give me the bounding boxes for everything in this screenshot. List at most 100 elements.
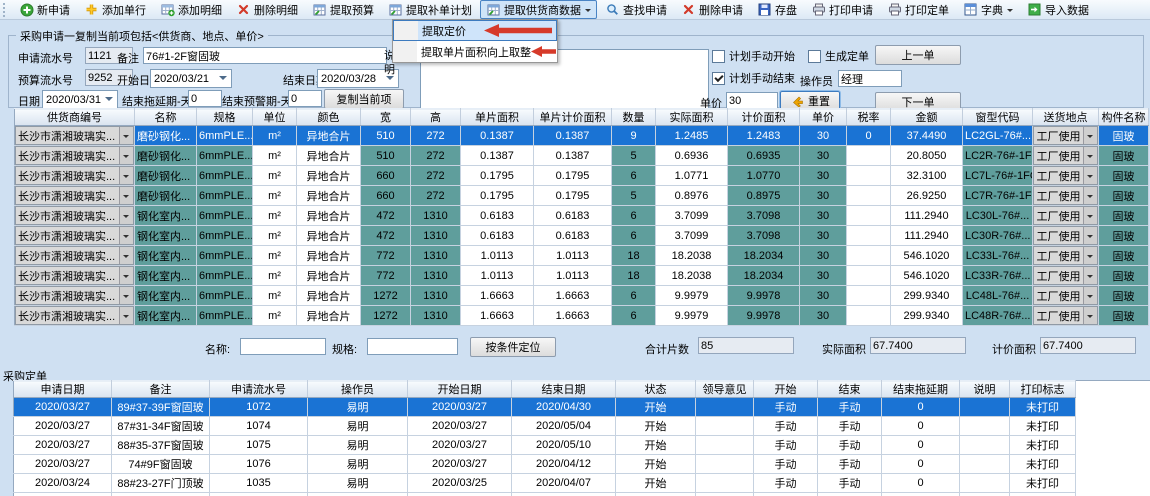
table-row[interactable]: 2020/03/2488#23-27F门顶玻1035易明2020/03/2520… (14, 474, 1076, 493)
cell-combo[interactable]: 工厂使用 (1033, 226, 1098, 245)
cell[interactable]: 772 (361, 246, 411, 266)
cell[interactable]: 工厂使用 (1033, 186, 1099, 206)
toolbar-button-extract-budget[interactable]: 提取预算 (306, 0, 380, 19)
table-row[interactable]: 长沙市潇湘玻璃实...磨砂钢化...6mmPLE...m²异地合片6602720… (15, 166, 1149, 186)
cell[interactable]: 钢化室内... (135, 266, 197, 286)
cell[interactable]: LC33L-76#... (963, 246, 1033, 266)
cell[interactable]: 6mmPLE... (197, 126, 253, 146)
column-header[interactable]: 数量 (612, 109, 656, 126)
cell[interactable]: 固玻 (1099, 266, 1149, 286)
cell[interactable]: 1.0113 (461, 266, 534, 286)
checkbox-manual-start[interactable]: 计划手动开始 (712, 48, 795, 64)
table-row[interactable]: 长沙市潇湘玻璃实...钢化室内...6mmPLE...m²异地合片7721310… (15, 246, 1149, 266)
cell[interactable]: 0.6183 (461, 226, 534, 246)
cell[interactable]: 18.2038 (656, 246, 728, 266)
column-header[interactable]: 结束拖延期 (882, 381, 960, 398)
cell[interactable]: 111.2940 (891, 206, 963, 226)
toolbar-grip[interactable] (3, 3, 10, 17)
cell[interactable]: 异地合片 (297, 126, 361, 146)
cell[interactable]: 固玻 (1099, 166, 1149, 186)
cell[interactable]: 9.9978 (728, 286, 800, 306)
cell[interactable]: 异地合片 (297, 246, 361, 266)
cell[interactable]: 1310 (411, 246, 461, 266)
cell[interactable]: 1.2485 (656, 126, 728, 146)
cell[interactable]: 3.7099 (656, 206, 728, 226)
previous-order-button[interactable]: 上一单 (875, 45, 961, 65)
cell[interactable]: 磨砂钢化... (135, 126, 197, 146)
cell[interactable] (847, 186, 891, 206)
cell[interactable]: 1272 (361, 286, 411, 306)
cell[interactable]: LC7L-76#-1FO (963, 166, 1033, 186)
operator-input[interactable] (838, 70, 902, 87)
column-header[interactable]: 单片计价面积 (534, 109, 612, 126)
toolbar-button-print-request[interactable]: 打印申请 (805, 0, 879, 19)
cell[interactable]: 30 (800, 306, 847, 326)
cell[interactable]: 固玻 (1099, 286, 1149, 306)
cell[interactable]: 30 (800, 246, 847, 266)
cell[interactable]: 长沙市潇湘玻璃实... (15, 306, 135, 326)
combo-arrow-icon[interactable] (119, 127, 133, 144)
table-row[interactable]: 2020/03/2788#35-37F窗固玻1075易明2020/03/2720… (14, 436, 1076, 455)
column-header[interactable]: 送货地点 (1033, 109, 1099, 126)
cell[interactable]: m² (253, 186, 297, 206)
cell[interactable]: 546.1020 (891, 266, 963, 286)
cell[interactable]: 472 (361, 226, 411, 246)
cell[interactable]: 5 (612, 146, 656, 166)
cell[interactable]: m² (253, 166, 297, 186)
cell[interactable]: 0.1795 (534, 166, 612, 186)
column-header[interactable]: 状态 (616, 381, 696, 398)
column-header[interactable]: 打印标志 (1010, 381, 1076, 398)
cell[interactable]: 工厂使用 (1033, 286, 1099, 306)
cell[interactable] (847, 206, 891, 226)
cell[interactable]: 272 (411, 146, 461, 166)
cell-combo[interactable]: 长沙市潇湘玻璃实... (15, 266, 134, 285)
checkbox-generate-order[interactable]: 生成定单 (808, 48, 869, 64)
cell[interactable]: 固玻 (1099, 126, 1149, 146)
toolbar-button-add-row[interactable]: 添加单行 (78, 0, 152, 19)
cell[interactable] (847, 306, 891, 326)
cell[interactable]: LC30L-76#... (963, 206, 1033, 226)
cell[interactable]: 长沙市潇湘玻璃实... (15, 206, 135, 226)
cell[interactable]: 固玻 (1099, 186, 1149, 206)
cell[interactable]: 299.9340 (891, 306, 963, 326)
column-header[interactable]: 名称 (135, 109, 197, 126)
cell[interactable]: 299.9340 (891, 286, 963, 306)
cell[interactable]: 6 (612, 226, 656, 246)
date-combo[interactable]: 2020/03/31 (42, 90, 118, 109)
cell[interactable]: m² (253, 286, 297, 306)
column-header[interactable]: 税率 (847, 109, 891, 126)
menu-item-extract-area-round-up[interactable]: 提取单片面积向上取整 (393, 41, 557, 62)
cell[interactable]: 0.8976 (656, 186, 728, 206)
cell-combo[interactable]: 长沙市潇湘玻璃实... (15, 146, 134, 165)
cell[interactable]: LC7R-76#-1FO (963, 186, 1033, 206)
cell[interactable]: 固玻 (1099, 306, 1149, 326)
cell[interactable]: LC48L-76#... (963, 286, 1033, 306)
cell[interactable]: LC2R-76#-1F (963, 146, 1033, 166)
combo-arrow-icon[interactable] (119, 267, 133, 284)
cell[interactable]: 18.2034 (728, 266, 800, 286)
cell[interactable]: 510 (361, 126, 411, 146)
cell[interactable]: 磨砂钢化... (135, 166, 197, 186)
table-row[interactable]: 长沙市潇湘玻璃实...钢化室内...6mmPLE...m²异地合片4721310… (15, 206, 1149, 226)
cell[interactable]: 37.4490 (891, 126, 963, 146)
cell[interactable]: 26.9250 (891, 186, 963, 206)
cell[interactable]: 钢化室内... (135, 306, 197, 326)
cell[interactable]: m² (253, 266, 297, 286)
cell[interactable] (847, 146, 891, 166)
column-header[interactable]: 备注 (112, 381, 210, 398)
cell-combo[interactable]: 长沙市潇湘玻璃实... (15, 166, 134, 185)
cell-combo[interactable]: 长沙市潇湘玻璃实... (15, 226, 134, 245)
cell[interactable]: 6 (612, 206, 656, 226)
cell[interactable]: 固玻 (1099, 246, 1149, 266)
cell[interactable]: 6mmPLE... (197, 186, 253, 206)
cell[interactable] (847, 286, 891, 306)
column-header[interactable]: 结束 (818, 381, 882, 398)
column-header[interactable]: 申请流水号 (210, 381, 308, 398)
cell[interactable]: 钢化室内... (135, 246, 197, 266)
cell-combo[interactable]: 工厂使用 (1033, 166, 1098, 185)
cell-combo[interactable]: 长沙市潇湘玻璃实... (15, 186, 134, 205)
cell[interactable]: 长沙市潇湘玻璃实... (15, 166, 135, 186)
cell-combo[interactable]: 工厂使用 (1033, 186, 1098, 205)
cell[interactable]: 6mmPLE... (197, 206, 253, 226)
toolbar-button-save[interactable]: 存盘 (751, 0, 803, 19)
